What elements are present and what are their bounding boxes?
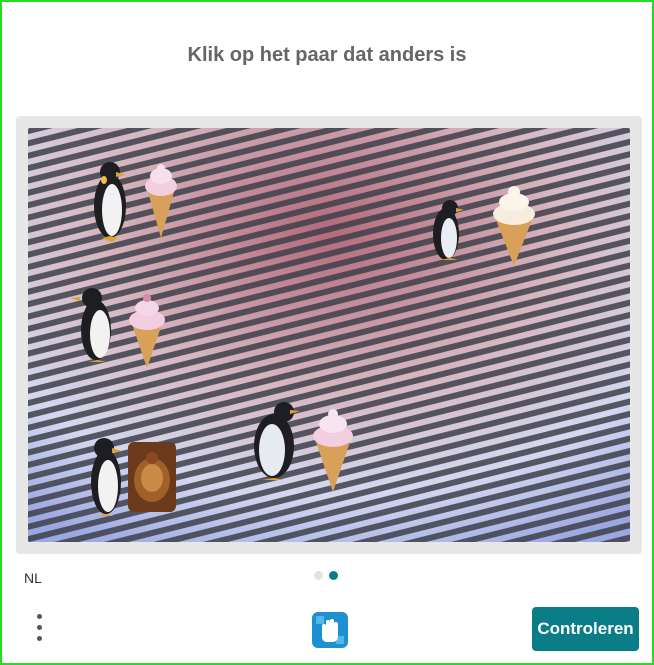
pager <box>314 571 338 580</box>
captcha-frame: Klik op het paar dat anders is NL Contro… <box>0 0 654 665</box>
menu-dot <box>36 614 42 619</box>
menu-dot <box>36 625 42 630</box>
logo-pixel <box>316 616 324 624</box>
pair-5[interactable] <box>91 438 176 516</box>
challenge-panel <box>16 116 642 554</box>
hand-logo-icon[interactable] <box>308 608 352 652</box>
turkey-icon <box>128 442 176 512</box>
challenge-canvas[interactable] <box>28 128 630 542</box>
pager-dot-2[interactable] <box>329 571 338 580</box>
verify-button[interactable]: Controleren <box>532 607 639 651</box>
pager-dot-1[interactable] <box>314 571 323 580</box>
challenge-prompt: Klik op het paar dat anders is <box>187 44 467 66</box>
challenge-image[interactable] <box>28 128 630 542</box>
language-selector[interactable]: NL <box>24 570 42 586</box>
kebab-menu-icon[interactable] <box>32 614 46 648</box>
menu-dot <box>36 636 42 641</box>
